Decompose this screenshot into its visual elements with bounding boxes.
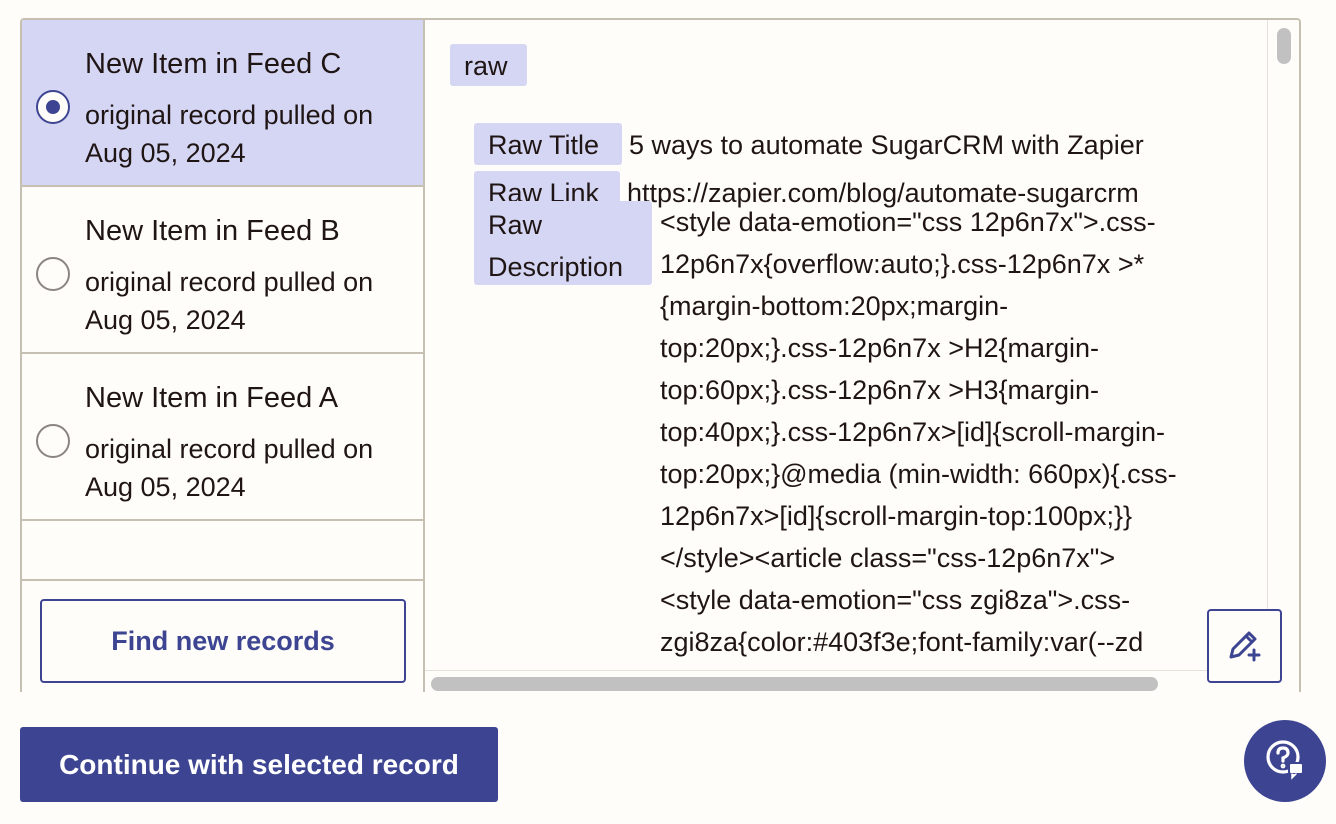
field-label-raw-description: Raw Description bbox=[474, 201, 652, 285]
vertical-scroll-thumb[interactable] bbox=[1277, 28, 1291, 64]
record-detail-view: raw Raw Title 5 ways to automate SugarCR… bbox=[425, 20, 1270, 670]
help-button[interactable] bbox=[1244, 720, 1326, 802]
field-value-raw-description: <style data-emotion="css 12p6n7x">.css- … bbox=[660, 207, 1177, 657]
record-item-feed-a[interactable]: New Item in Feed A original record pulle… bbox=[22, 354, 423, 521]
horizontal-scrollbar[interactable] bbox=[425, 670, 1270, 692]
help-chat-icon bbox=[1261, 735, 1309, 788]
field-value-raw-title: 5 ways to automate SugarCRM with Zapier bbox=[629, 130, 1144, 160]
record-title: New Item in Feed B bbox=[85, 215, 340, 247]
group-label-chip: raw bbox=[450, 44, 527, 86]
record-item-feed-b[interactable]: New Item in Feed B original record pulle… bbox=[22, 187, 423, 354]
vertical-scrollbar[interactable] bbox=[1267, 20, 1299, 670]
horizontal-scroll-thumb[interactable] bbox=[431, 677, 1158, 691]
record-subtitle: original record pulled on Aug 05, 2024 bbox=[85, 434, 374, 502]
empty-row bbox=[22, 521, 423, 581]
continue-with-selected-record-button[interactable]: Continue with selected record bbox=[20, 727, 498, 802]
records-list: New Item in Feed C original record pulle… bbox=[22, 20, 425, 692]
radio-selected[interactable] bbox=[36, 90, 70, 124]
field-label-raw-title: Raw Title bbox=[474, 123, 622, 165]
edit-field-button[interactable] bbox=[1207, 609, 1282, 683]
radio-unselected[interactable] bbox=[36, 424, 70, 458]
edit-plus-icon bbox=[1225, 624, 1265, 669]
record-subtitle: original record pulled on Aug 05, 2024 bbox=[85, 267, 374, 335]
radio-unselected[interactable] bbox=[36, 257, 70, 291]
record-title: New Item in Feed A bbox=[85, 382, 339, 414]
record-title: New Item in Feed C bbox=[85, 48, 342, 80]
record-subtitle: original record pulled on Aug 05, 2024 bbox=[85, 100, 374, 168]
record-picker-panel: New Item in Feed C original record pulle… bbox=[20, 18, 1301, 692]
record-item-feed-c[interactable]: New Item in Feed C original record pulle… bbox=[22, 20, 423, 187]
find-new-records-button[interactable]: Find new records bbox=[40, 599, 406, 683]
